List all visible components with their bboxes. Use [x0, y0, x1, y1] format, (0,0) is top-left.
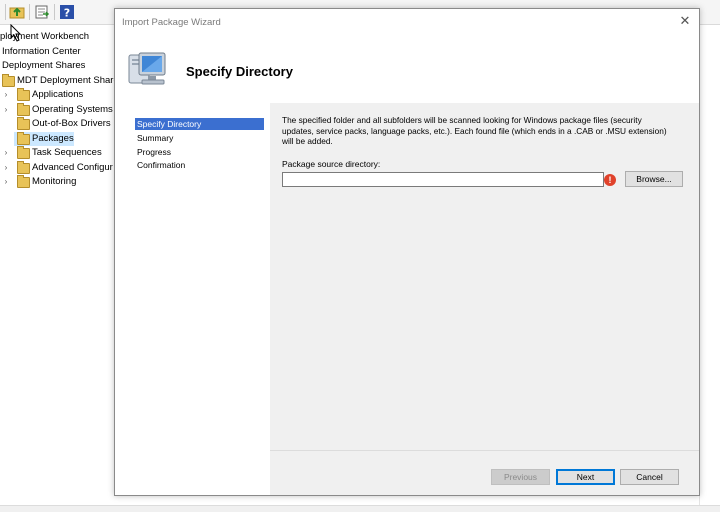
folder-icon: [17, 132, 30, 145]
tree-item-applications[interactable]: › Applications: [0, 88, 114, 102]
chevron-right-icon[interactable]: ›: [2, 146, 10, 160]
browse-button[interactable]: Browse...: [625, 171, 683, 187]
tree-item-label: ployment Workbench: [0, 31, 90, 42]
export-list-icon[interactable]: [34, 4, 50, 20]
page-title: Specify Directory: [186, 64, 293, 79]
tree-item-label: Deployment Shares: [2, 60, 86, 71]
svg-text:?: ?: [64, 7, 70, 20]
chevron-right-icon[interactable]: ›: [2, 175, 10, 189]
cancel-button[interactable]: Cancel: [620, 469, 679, 485]
tree-item-label: Task Sequences: [32, 147, 102, 158]
tree-item-task-sequences[interactable]: › Task Sequences: [0, 146, 114, 160]
tree-item-label: Monitoring: [32, 176, 77, 187]
import-package-wizard-dialog: Import Package Wizard ✕ Specify Director…: [114, 8, 700, 496]
tree-item-label: Advanced Configur: [32, 162, 113, 173]
tree-item-label: Information Center: [2, 46, 81, 57]
tree-item-label: Packages: [32, 133, 74, 144]
dialog-title: Import Package Wizard: [122, 17, 221, 28]
toolbar-separator: [29, 4, 30, 20]
tree-item-workbench[interactable]: ployment Workbench: [0, 30, 89, 44]
tree-item-out-of-box-drivers[interactable]: Out-of-Box Drivers: [0, 117, 114, 131]
toolbar-separator: [54, 4, 55, 20]
help-icon[interactable]: ?: [59, 4, 75, 20]
tree-item-label: Applications: [32, 89, 84, 100]
tree-item-label: Operating Systems: [32, 104, 113, 115]
source-directory-input[interactable]: [282, 172, 604, 187]
wizard-steps: Specify Directory Summary Progress Confi…: [115, 103, 270, 495]
previous-button[interactable]: Previous: [491, 469, 550, 485]
chevron-right-icon[interactable]: ›: [2, 103, 10, 117]
chevron-right-icon[interactable]: ›: [2, 161, 10, 175]
folder-icon: [2, 74, 15, 87]
tree-item-operating-systems[interactable]: › Operating Systems: [0, 103, 114, 117]
chevron-right-icon[interactable]: ›: [2, 88, 10, 102]
step-summary: Summary: [137, 133, 174, 143]
tree-item-information-center[interactable]: Information Center: [2, 45, 81, 59]
next-button[interactable]: Next: [556, 469, 615, 485]
tree-item-label: MDT Deployment Share: [17, 75, 114, 86]
wizard-header: Specify Directory: [115, 35, 699, 103]
folder-icon: [17, 103, 30, 116]
step-specify-directory: Specify Directory: [135, 118, 264, 130]
step-confirmation: Confirmation: [137, 160, 186, 170]
folder-icon: [17, 175, 30, 188]
error-icon: !: [604, 174, 616, 186]
tree-item-packages[interactable]: Packages: [14, 132, 74, 146]
folder-icon: [17, 117, 30, 130]
description-text: The specified folder and all subfolders …: [282, 115, 667, 146]
tree-item-advanced-configuration[interactable]: › Advanced Configur: [0, 161, 114, 175]
tree-item-monitoring[interactable]: › Monitoring: [0, 175, 114, 189]
up-folder-icon[interactable]: [9, 4, 25, 20]
tree-item-mdt-deployment-share[interactable]: MDT Deployment Share: [0, 74, 114, 88]
tree-item-deployment-shares[interactable]: Deployment Shares: [2, 59, 85, 73]
mmc-tree: ployment Workbench Information Center De…: [0, 28, 114, 511]
toolbar-separator: [5, 4, 6, 20]
dialog-titlebar[interactable]: Import Package Wizard ✕: [115, 9, 699, 35]
close-icon[interactable]: ✕: [677, 13, 693, 29]
source-directory-label: Package source directory:: [282, 159, 381, 169]
folder-icon: [17, 161, 30, 174]
tree-item-label: Out-of-Box Drivers: [32, 118, 111, 129]
wizard-content: The specified folder and all subfolders …: [270, 103, 699, 495]
step-progress: Progress: [137, 147, 172, 157]
computer-icon: [128, 52, 166, 85]
footer-divider: [270, 450, 699, 451]
folder-icon: [17, 88, 30, 101]
folder-icon: [17, 146, 30, 159]
